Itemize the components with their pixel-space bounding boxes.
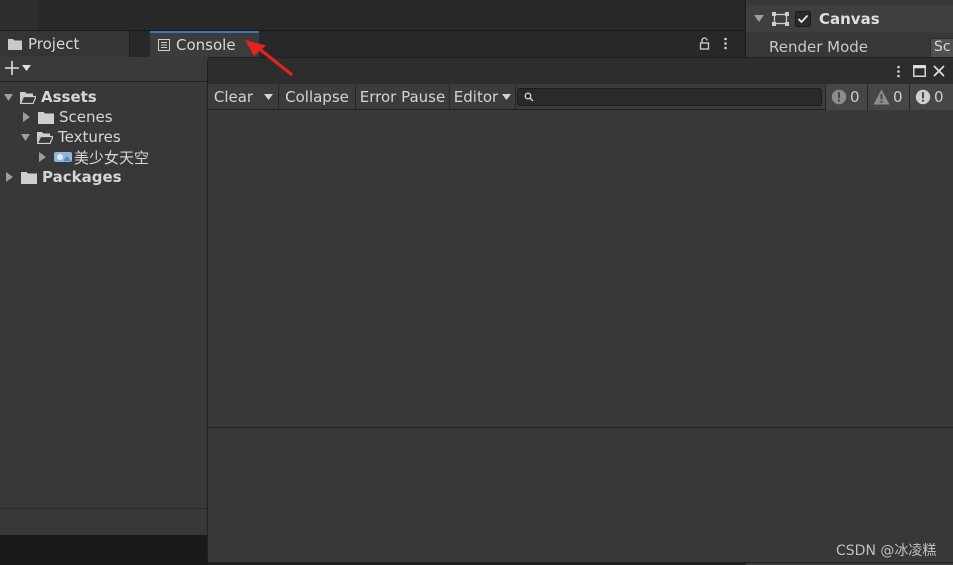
triangle-right-icon[interactable]	[38, 152, 47, 162]
tree-item-packages[interactable]: Packages	[0, 167, 122, 187]
search-input[interactable]	[517, 88, 822, 106]
render-mode-label: Render Mode	[769, 38, 869, 56]
project-footer	[0, 508, 208, 535]
folder-icon	[38, 111, 54, 124]
watermark: CSDN @冰凌糕	[836, 543, 937, 559]
kebab-menu-icon[interactable]	[896, 65, 901, 78]
render-mode-dropdown[interactable]: Sc	[930, 38, 953, 59]
folder-open-icon	[20, 91, 36, 104]
editor-dropdown[interactable]: Editor	[450, 84, 516, 110]
tab-project[interactable]: Project	[0, 31, 130, 57]
error-pause-button[interactable]: Error Pause	[356, 84, 450, 110]
tree-item-label: Scenes	[59, 108, 113, 126]
image-icon	[54, 151, 72, 163]
info-count: 0	[850, 88, 860, 106]
tree-item-textures[interactable]: Textures	[0, 127, 121, 147]
folder-icon	[21, 171, 37, 184]
info-toggle[interactable]: 0	[825, 84, 867, 110]
console-icon	[158, 39, 170, 51]
info-icon	[831, 89, 847, 105]
clear-options-dropdown[interactable]	[259, 84, 279, 110]
editor-dropdown-label: Editor	[453, 88, 499, 106]
lock-icon[interactable]	[699, 37, 710, 50]
clear-button[interactable]: Clear	[208, 84, 259, 110]
collapse-button[interactable]: Collapse	[279, 84, 356, 110]
chevron-down-icon	[264, 94, 273, 100]
kebab-menu-icon[interactable]	[723, 37, 728, 50]
warning-toggle[interactable]: 0	[867, 84, 909, 110]
tab-project-label: Project	[28, 35, 80, 53]
tree-item-assets[interactable]: Assets	[0, 87, 97, 107]
folder-open-icon	[37, 131, 53, 144]
error-count: 0	[934, 88, 944, 106]
warning-count: 0	[893, 88, 903, 106]
maximize-icon[interactable]	[913, 65, 926, 77]
tab-console-label: Console	[176, 36, 236, 54]
project-toolbar	[0, 57, 208, 82]
triangle-down-icon[interactable]	[21, 133, 30, 142]
tree-item-label: 美少女天空	[74, 148, 150, 167]
tree-item-label: Assets	[41, 88, 97, 106]
triangle-down-icon[interactable]	[754, 14, 764, 23]
create-button[interactable]	[5, 61, 31, 75]
red-arrow-annotation	[243, 38, 295, 78]
status-strip	[0, 535, 208, 565]
triangle-right-icon[interactable]	[22, 112, 31, 122]
close-icon[interactable]	[933, 65, 945, 77]
tree-item-scenes[interactable]: Scenes	[0, 107, 113, 127]
triangle-down-icon[interactable]	[4, 93, 13, 102]
search-icon	[524, 92, 534, 102]
console-log-list[interactable]	[208, 110, 953, 427]
checkbox-icon[interactable]	[795, 10, 811, 27]
console-titlebar[interactable]	[208, 58, 953, 84]
top-panel-corner	[0, 0, 38, 31]
rect-transform-icon	[772, 11, 789, 26]
tree-item-texture-asset[interactable]: 美少女天空	[0, 147, 149, 167]
tree-item-label: Packages	[42, 168, 122, 186]
top-panel-strip	[0, 0, 745, 31]
chevron-down-icon	[22, 65, 31, 71]
tree-item-label: Textures	[58, 128, 121, 146]
folder-icon	[8, 38, 22, 50]
component-header[interactable]: Canvas	[746, 5, 953, 32]
warning-icon	[873, 89, 890, 105]
triangle-right-icon[interactable]	[5, 172, 14, 182]
error-icon	[915, 89, 931, 105]
error-toggle[interactable]: 0	[909, 84, 953, 110]
component-title: Canvas	[819, 9, 880, 28]
plus-icon	[5, 61, 19, 75]
chevron-down-icon	[502, 94, 512, 100]
